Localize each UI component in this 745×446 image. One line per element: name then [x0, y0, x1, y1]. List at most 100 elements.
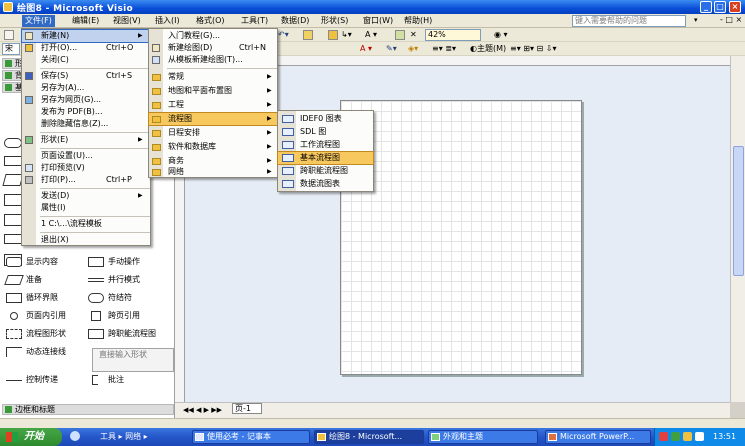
toolbar-links[interactable]: 工具 ▸ 网络 ▸: [100, 428, 148, 446]
menu-insert[interactable]: 插入(I): [152, 15, 183, 27]
process-shape-icon[interactable]: [4, 156, 22, 166]
document-shape-icon[interactable]: [4, 194, 22, 206]
menu-item-getting-started[interactable]: 入门教程(G)...: [149, 30, 277, 42]
page-tab[interactable]: 页-1: [232, 403, 262, 414]
predefined-shape-icon[interactable]: [4, 214, 22, 226]
shape-annotation[interactable]: 批注: [88, 372, 172, 388]
menu-item-flowchart[interactable]: 流程图 ▶: [148, 112, 278, 126]
menu-item-shapes[interactable]: 形状(E) ▶: [22, 134, 150, 146]
task-visio[interactable]: 绘图8 - Microsoft...: [314, 430, 424, 444]
tray-icon[interactable]: [671, 432, 680, 441]
vertical-scrollbar[interactable]: [730, 56, 745, 402]
help-icon[interactable]: ◉ ▾: [494, 30, 508, 40]
menu-item-general[interactable]: 常规 ▶: [149, 71, 277, 83]
menu-item-schedule[interactable]: 日程安排 ▶: [149, 127, 277, 139]
drawing-page[interactable]: [340, 100, 582, 375]
menu-item-maps-floorplans[interactable]: 地图和平面布置图 ▶: [149, 85, 277, 97]
menu-item-new-drawing[interactable]: 新建绘图(D) Ctrl+N: [149, 42, 277, 54]
task-appearance-themes[interactable]: 外观和主题: [428, 430, 538, 444]
menu-item-engineering[interactable]: 工程 ▶: [149, 99, 277, 111]
task-powerpoint[interactable]: Microsoft PowerP...: [545, 430, 651, 444]
menu-item-exit[interactable]: 退出(X): [22, 234, 150, 246]
tray-icon[interactable]: [659, 432, 668, 441]
shape-preparation[interactable]: 准备: [4, 272, 86, 288]
menu-item-network[interactable]: 网络 ▶: [149, 166, 277, 178]
vertical-scroll-thumb[interactable]: [733, 146, 744, 276]
font-color-icon[interactable]: A ▾: [360, 44, 372, 54]
menu-help[interactable]: 帮助(H): [401, 15, 435, 27]
menu-item-software-database[interactable]: 软件和数据库 ▶: [149, 141, 277, 153]
shape-terminator[interactable]: 符结符: [88, 290, 172, 306]
page-nav-icons[interactable]: ◀◀ ◀ ▶ ▶▶: [183, 406, 222, 414]
menu-shape[interactable]: 形状(S): [318, 15, 351, 27]
menu-item-new[interactable]: 新建(N) ▶: [21, 29, 151, 43]
menu-item-send[interactable]: 发送(D) ▶: [22, 190, 150, 202]
tray-icon[interactable]: [683, 432, 692, 441]
line-color-icon[interactable]: ✎▾: [386, 44, 397, 54]
menu-window[interactable]: 窗口(W): [360, 15, 396, 27]
menu-item-recent-file[interactable]: 1 C:\...\流程模板: [22, 218, 150, 230]
menu-item-cross-functional[interactable]: 跨职能流程图: [278, 165, 373, 177]
shape-dynamic-connector[interactable]: 动态连接线: [6, 344, 86, 360]
terminator-shape-icon[interactable]: [4, 138, 22, 148]
menu-item-data-flow[interactable]: 数据流图表: [278, 178, 373, 190]
menu-item-page-setup[interactable]: 页面设置(U)...: [22, 150, 150, 162]
help-search-input[interactable]: 键入需要帮助的问题: [572, 15, 686, 27]
quick-launch-icon[interactable]: [70, 431, 80, 441]
align-icons[interactable]: ≡▾ ⊞▾ ⊟ ⇩▾: [510, 44, 557, 54]
menu-item-save[interactable]: 保存(S) Ctrl+S: [22, 70, 150, 82]
menu-data[interactable]: 数据(D): [278, 15, 312, 27]
shape-loop-limit[interactable]: 循环界限: [6, 290, 86, 306]
shape-cross-functional[interactable]: 跨职能流程图: [88, 326, 172, 342]
menu-format[interactable]: 格式(O): [193, 15, 228, 27]
task-notepad[interactable]: 使用必考 - 记事本: [192, 430, 310, 444]
menu-item-print-preview[interactable]: 打印预览(V): [22, 162, 150, 174]
shape-display[interactable]: 显示内容: [6, 254, 86, 270]
shape-control-transfer[interactable]: 控制传递: [6, 372, 86, 390]
menu-item-print[interactable]: 打印(P)... Ctrl+P: [22, 174, 150, 186]
menu-item-new-from-template[interactable]: 从模板新建绘图(T)...: [149, 54, 277, 66]
menu-file[interactable]: 文件(F): [22, 15, 55, 27]
pointer-tool-icon[interactable]: [328, 30, 338, 40]
menu-item-remove-hidden[interactable]: 删除隐藏信息(Z)...: [22, 118, 150, 130]
font-select[interactable]: 宋: [2, 43, 20, 55]
zoom-select[interactable]: 42%: [425, 29, 481, 41]
volume-icon[interactable]: [695, 432, 704, 441]
stencil-header-borders-titles[interactable]: 边框和标题: [2, 404, 174, 415]
maximize-button[interactable]: □: [714, 1, 726, 13]
stamp-tool-icon[interactable]: [395, 30, 405, 40]
close-button[interactable]: ×: [729, 1, 741, 13]
help-dropdown-icon[interactable]: ▾: [694, 16, 698, 24]
fill-color-icon[interactable]: ◈▾: [408, 44, 418, 54]
shape-parallel-mode[interactable]: 并行模式: [88, 272, 172, 288]
menu-item-workflow[interactable]: 工作流程图: [278, 139, 373, 151]
start-button[interactable]: 开始: [0, 428, 62, 446]
shape-off-page-reference[interactable]: 跨页引用: [88, 308, 172, 324]
menu-item-save-as-web[interactable]: 另存为网页(G)...: [22, 94, 150, 106]
minimize-button[interactable]: _: [700, 1, 712, 13]
menu-item-open[interactable]: 打开(O)... Ctrl+O: [22, 42, 150, 54]
menu-item-idef0[interactable]: IDEF0 图表: [278, 113, 373, 125]
menu-item-save-as[interactable]: 另存为(A)...: [22, 82, 150, 94]
new-icon[interactable]: [4, 30, 14, 40]
shape-on-page-reference[interactable]: 页面内引用: [6, 308, 86, 324]
undo-icon[interactable]: ↶▾: [278, 30, 289, 40]
format-painter-icon[interactable]: [303, 30, 313, 40]
text-tool-icon[interactable]: A ▾: [365, 30, 377, 40]
menu-item-publish-pdf[interactable]: 发布为 PDF(B)...: [22, 106, 150, 118]
connector-tool-icon[interactable]: ↳▾: [341, 30, 352, 40]
menu-item-basic-flowchart[interactable]: 基本流程图: [277, 151, 374, 165]
line-weight-icon[interactable]: ≡▾ ≣▾: [432, 44, 456, 54]
shape-manual-operation[interactable]: 手动操作: [88, 254, 172, 270]
menu-view[interactable]: 视图(V): [110, 15, 144, 27]
menu-item-properties[interactable]: 属性(I): [22, 202, 150, 214]
menu-item-sdl[interactable]: SDL 图: [278, 126, 373, 138]
menu-tools[interactable]: 工具(T): [238, 15, 271, 27]
shape-flowchart-shapes[interactable]: 流程图形状: [6, 326, 86, 342]
menu-item-close[interactable]: 关闭(C): [22, 54, 150, 66]
storage-shape-icon[interactable]: [4, 234, 22, 244]
doc-close-icon[interactable]: - □ ×: [720, 15, 742, 24]
connection-point-icon[interactable]: ✕: [410, 30, 417, 40]
theme-button[interactable]: ◐主题(M): [470, 44, 506, 54]
menu-edit[interactable]: 编辑(E): [69, 15, 102, 27]
